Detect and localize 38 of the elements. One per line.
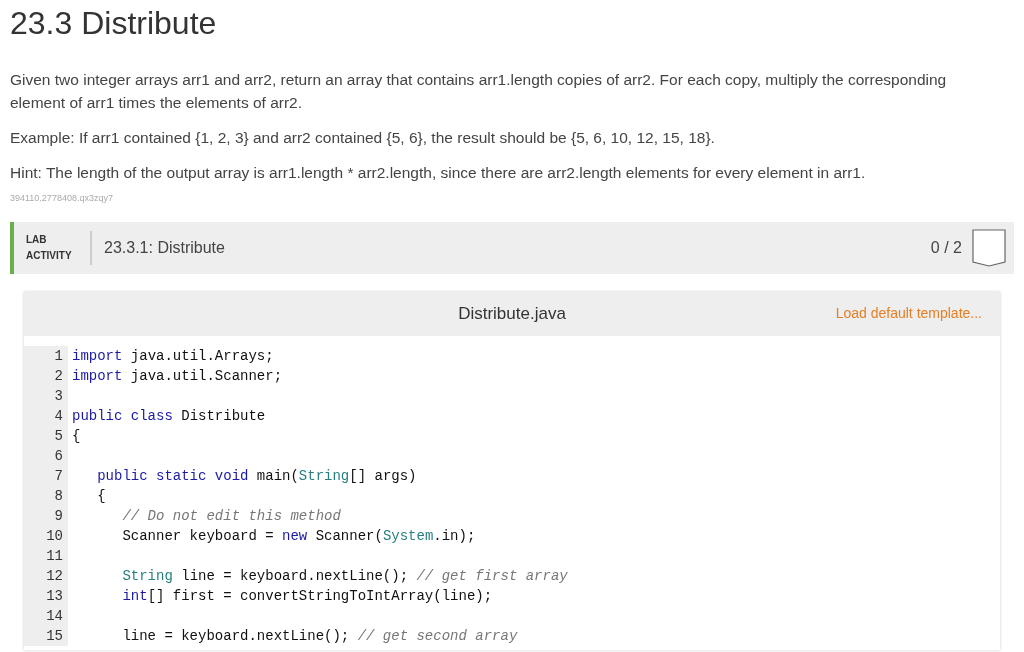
- score-text: 0 / 2: [930, 237, 962, 258]
- line-number: 7: [54, 466, 63, 486]
- score-badge-icon: [972, 228, 1006, 267]
- line-number: 8: [54, 486, 63, 506]
- line-number: 12: [46, 566, 63, 586]
- code-line: public static void main(String[] args): [96, 467, 417, 484]
- code-line: import java.util.Scanner;: [72, 367, 283, 384]
- line-number: 10: [46, 526, 63, 546]
- activity-title: 23.3.1: Distribute: [104, 237, 225, 258]
- line-number: 13: [46, 586, 63, 606]
- activity-tag: ACTIVITY: [26, 247, 90, 264]
- code-line: int[] first = convertStringToIntArray(line);: [121, 587, 493, 604]
- instruction-paragraph: Example: If arr1 contained {1, 2, 3} and arr2 contained {5, 6}, the result should be {5, 6, 10, 12, 15, 18}.: [10, 128, 716, 148]
- code-line: line = keyboard.nextLine(); // get second array: [121, 627, 518, 644]
- page-title: 23.3 Distribute: [10, 4, 218, 43]
- code-line: {: [96, 487, 106, 504]
- instruction-paragraph: Hint: The length of the output array is arr1.length * arr2.length, since there are arr2.length elements for every element in arr1.: [10, 163, 867, 183]
- code-line: import java.util.Arrays;: [72, 347, 274, 364]
- code-line: {: [72, 427, 81, 444]
- line-number: 11: [46, 546, 63, 566]
- line-number: 14: [46, 606, 63, 626]
- line-number: 3: [54, 386, 63, 406]
- line-number: 6: [54, 446, 63, 466]
- code-line: public class Distribute: [72, 407, 266, 424]
- line-number: 5: [54, 426, 63, 446]
- lab-tag: LAB: [26, 231, 90, 248]
- load-template-link[interactable]: Load default template...: [835, 303, 982, 324]
- line-number: 2: [54, 366, 63, 386]
- id-text: 394110.2778408.qx3zqy7: [10, 192, 114, 205]
- code-line: Scanner keyboard = new Scanner(System.in);: [121, 527, 476, 544]
- line-number: 15: [46, 626, 63, 646]
- code-line: String line = keyboard.nextLine(); // get first array: [121, 567, 568, 584]
- line-number: 1: [54, 346, 63, 366]
- line-number: 4: [54, 406, 63, 426]
- code-line: // Do not edit this method: [121, 507, 341, 524]
- line-number: 9: [54, 506, 63, 526]
- instruction-paragraph: Given two integer arrays arr1 and arr2, return an array that contains arr1.length copies of arr2. For each copy, multiply the corresponding element of arr1 times the elements of arr2.: [10, 70, 948, 113]
- file-name: Distribute.java: [458, 302, 566, 325]
